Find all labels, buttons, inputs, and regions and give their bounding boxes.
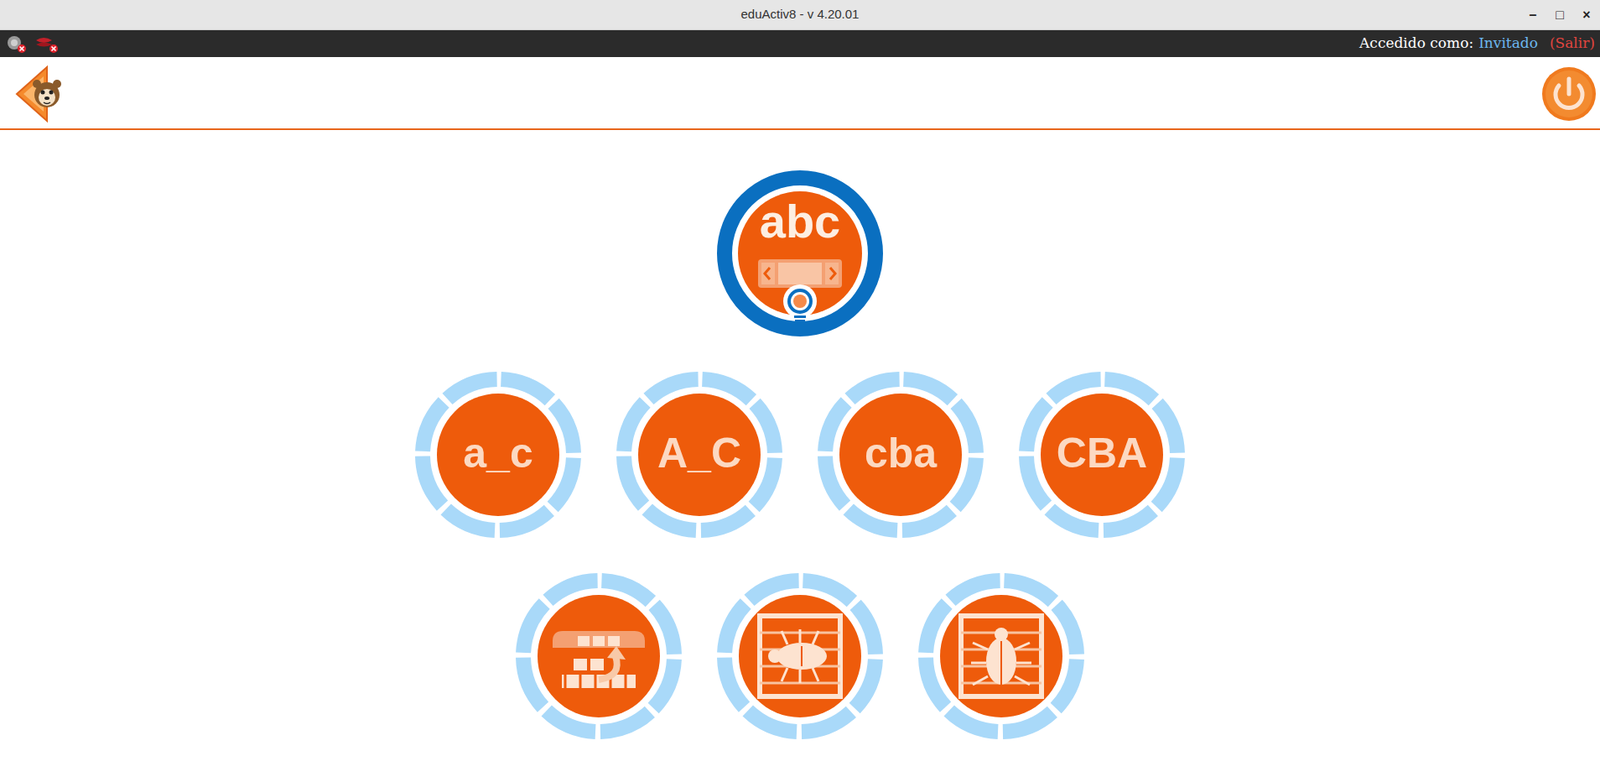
activity-button[interactable]: a_c <box>414 370 582 539</box>
category-label: abc <box>759 197 842 245</box>
toolbar <box>0 58 1600 130</box>
category-ring-icon <box>716 169 884 351</box>
bug-horizontal-icon <box>716 571 884 740</box>
window-title: eduActiv8 - v 4.20.01 <box>741 5 860 25</box>
activity-label-wrap: cba <box>816 370 985 539</box>
speaker-off-icon[interactable] <box>5 33 27 54</box>
activity-label-wrap: a_c <box>414 370 582 539</box>
back-arrow-icon[interactable] <box>13 64 66 124</box>
activity-row: a_c A_C cba CBA <box>414 370 1186 539</box>
activity-label: CBA <box>1056 431 1148 478</box>
power-icon[interactable] <box>1540 65 1598 123</box>
activity-label: A_C <box>657 431 742 478</box>
power-button[interactable] <box>1539 64 1599 124</box>
activity-button[interactable] <box>716 571 884 740</box>
activity-button[interactable]: CBA <box>1018 370 1186 539</box>
category-label-wrap: abc <box>716 197 884 245</box>
window-control-button[interactable]: – <box>1524 8 1542 22</box>
login-label: Accedido como: <box>1359 32 1474 55</box>
bug-vertical-icon <box>917 571 1086 740</box>
user-name: Invitado <box>1478 32 1538 55</box>
status-icons <box>3 33 59 54</box>
activity-row <box>514 571 1086 740</box>
activity-label-wrap: CBA <box>1018 370 1186 539</box>
activity-button[interactable]: A_C <box>615 370 784 539</box>
window-control-button[interactable]: □ <box>1551 8 1569 22</box>
title-bar: eduActiv8 - v 4.20.01 –□ × <box>0 0 1600 31</box>
logout-link[interactable]: (Salir) <box>1549 32 1595 55</box>
back-button[interactable] <box>1 60 78 128</box>
login-info: Accedido como:Invitado (Salir) <box>1359 32 1597 55</box>
activity-label-wrap: A_C <box>615 370 784 539</box>
activity-menu: abc a_c A_C cba CBA <box>0 129 1600 740</box>
activity-label: cba <box>864 431 937 478</box>
activity-button[interactable]: cba <box>816 370 985 539</box>
activity-label: a_c <box>462 431 533 478</box>
status-bar: Accedido como:Invitado (Salir) <box>0 30 1600 58</box>
activity-button[interactable] <box>514 571 683 740</box>
music-off-icon[interactable] <box>33 33 59 54</box>
window-control-button[interactable]: × <box>1578 8 1595 22</box>
sorting-icon <box>514 571 683 740</box>
activity-button[interactable] <box>917 571 1086 740</box>
window-controls: –□ × <box>1524 0 1595 30</box>
category-button[interactable]: abc <box>716 169 884 338</box>
